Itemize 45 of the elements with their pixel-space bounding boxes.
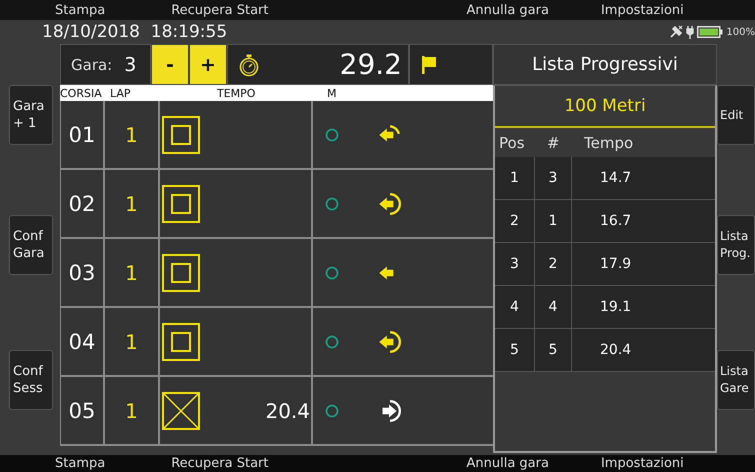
circle-icon	[325, 334, 339, 348]
stopwatch-icon	[238, 52, 260, 76]
flag-icon	[421, 54, 437, 74]
side-button[interactable]: Gara + 1	[9, 85, 53, 145]
menu-item[interactable]: Impostazioni	[600, 456, 684, 471]
race-number: 3	[124, 54, 136, 76]
menu-item[interactable]: Recupera Start	[171, 456, 268, 471]
battery-percent: 100%	[726, 26, 755, 38]
column-header: LAP	[109, 86, 132, 100]
battery-icon	[697, 26, 724, 38]
timer-value: 29.2	[340, 48, 402, 81]
side-button[interactable]: Conf Gara	[9, 215, 53, 275]
side-button[interactable]: Lista Gare	[717, 350, 755, 410]
menu-item[interactable]: Stampa	[55, 2, 106, 18]
step-button[interactable]: -	[151, 44, 189, 85]
side-button[interactable]: Conf Sess	[9, 350, 53, 410]
race-label: Gara:	[71, 56, 112, 74]
column-header: CORSIA	[60, 86, 103, 100]
circle-icon	[325, 196, 339, 210]
table-cell: 5	[495, 329, 535, 372]
table-cell: 20.4	[572, 329, 715, 372]
plug-icon	[686, 25, 694, 39]
step-button[interactable]: +	[189, 44, 227, 85]
circle-icon	[325, 266, 339, 280]
lap-count: 1	[105, 377, 160, 446]
date-time: 18/10/2018 18:19:55	[42, 22, 228, 42]
column-header: M	[326, 86, 338, 100]
lane-number: 05	[60, 377, 105, 446]
circle-icon	[325, 128, 339, 142]
table-cell: 5	[535, 329, 572, 372]
column-header: Tempo	[583, 134, 634, 152]
menu-item[interactable]: Recupera Start	[171, 2, 268, 18]
menu-item[interactable]: Annulla gara	[466, 456, 549, 471]
column-header: Pos	[498, 134, 526, 152]
side-button[interactable]: Edit	[717, 85, 755, 145]
circle-icon	[325, 404, 339, 418]
panel-title: Lista Progressivi	[493, 44, 717, 85]
lane-time: 20.4	[265, 398, 311, 422]
menu-item[interactable]: Stampa	[55, 456, 106, 471]
side-button[interactable]: Lista Prog.	[717, 215, 755, 275]
column-header: #	[546, 134, 561, 152]
distance-title: 100 Metri	[495, 86, 715, 128]
column-header: TEMPO	[216, 86, 256, 100]
menu-item[interactable]: Impostazioni	[600, 2, 684, 18]
menu-item[interactable]: Annulla gara	[466, 2, 549, 18]
